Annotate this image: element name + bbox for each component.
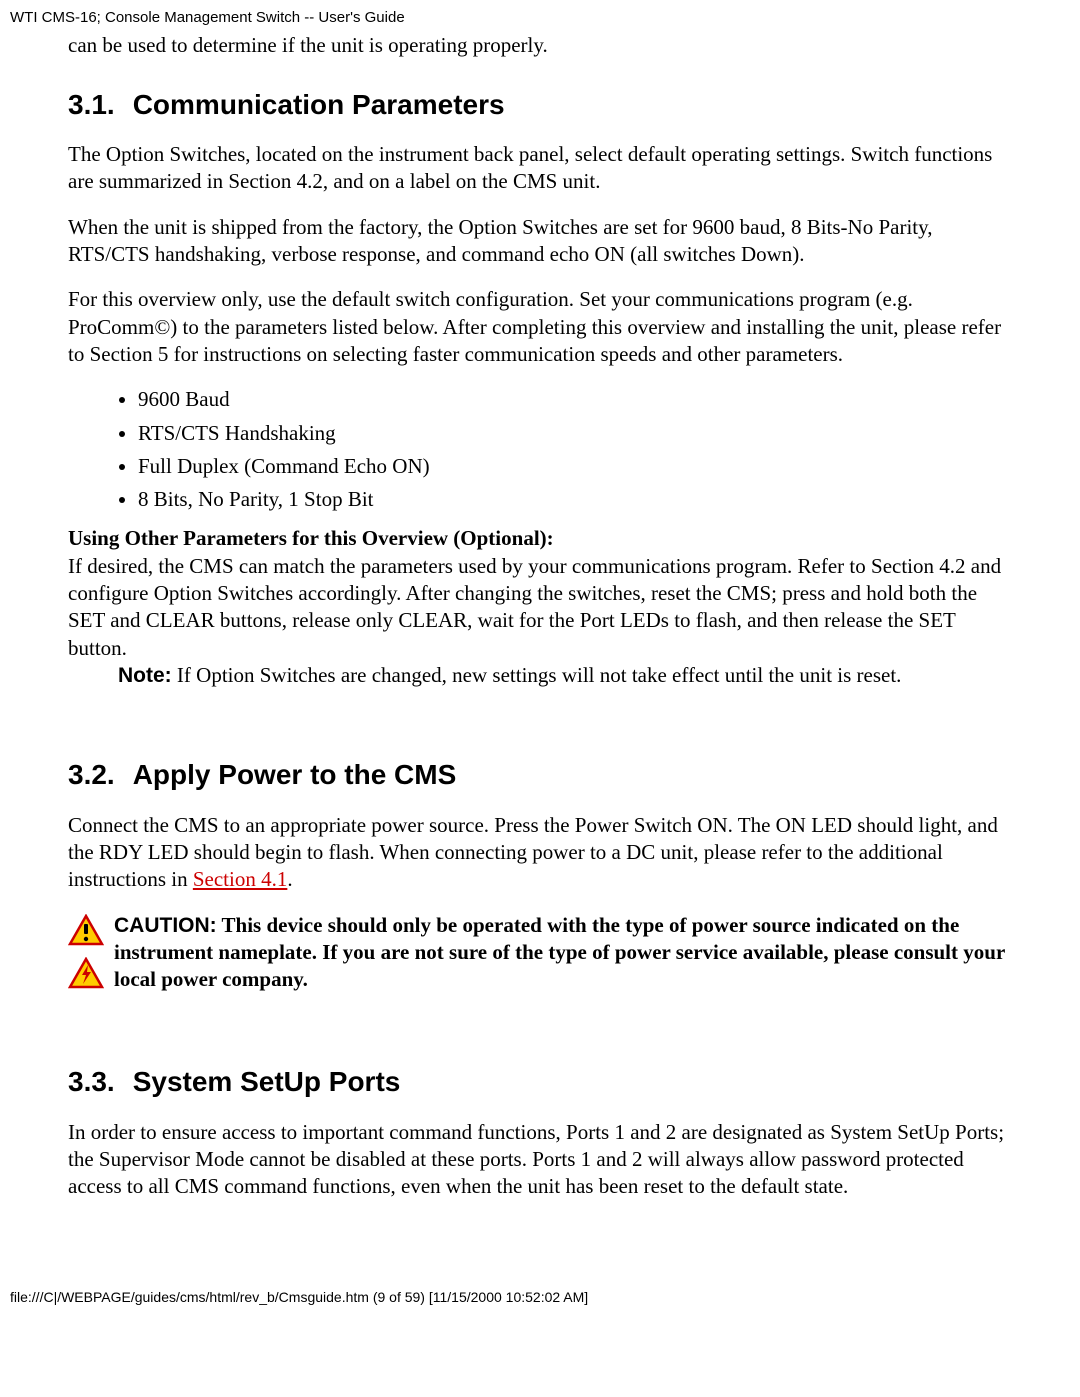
body-paragraph: The Option Switches, located on the inst… xyxy=(68,141,1012,196)
caution-label: CAUTION: xyxy=(114,914,217,937)
section-number: 3.3. xyxy=(68,1066,115,1097)
section-3-3-heading: 3.3. System SetUp Ports xyxy=(68,1064,1012,1100)
caution-icons xyxy=(68,912,104,997)
body-paragraph: When the unit is shipped from the factor… xyxy=(68,214,1012,269)
page-footer: file:///C|/WEBPAGE/guides/cms/html/rev_b… xyxy=(0,1218,1080,1314)
note-text: If Option Switches are changed, new sett… xyxy=(172,663,902,687)
page-content: can be used to determine if the unit is … xyxy=(0,32,1080,1201)
section-title: System SetUp Ports xyxy=(133,1066,401,1097)
section-title: Apply Power to the CMS xyxy=(133,759,457,790)
section-4-1-link[interactable]: Section 4.1 xyxy=(193,867,288,891)
section-3-1-heading: 3.1. Communication Parameters xyxy=(68,87,1012,123)
caution-text: CAUTION: This device should only be oper… xyxy=(114,912,1012,994)
list-item: 9600 Baud xyxy=(138,386,1012,413)
body-paragraph: For this overview only, use the default … xyxy=(68,286,1012,368)
body-paragraph: In order to ensure access to important c… xyxy=(68,1119,1012,1201)
body-text: If desired, the CMS can match the parame… xyxy=(68,554,1001,660)
body-paragraph: Using Other Parameters for this Overview… xyxy=(68,525,1012,661)
section-title: Communication Parameters xyxy=(133,89,505,120)
body-paragraph: Connect the CMS to an appropriate power … xyxy=(68,812,1012,894)
section-3-2-heading: 3.2. Apply Power to the CMS xyxy=(68,757,1012,793)
note-block: Note: If Option Switches are changed, ne… xyxy=(118,662,982,689)
sub-heading: Using Other Parameters for this Overview… xyxy=(68,526,554,550)
intro-paragraph: can be used to determine if the unit is … xyxy=(68,32,1012,59)
warning-triangle-icon xyxy=(68,914,104,953)
body-text: . xyxy=(287,867,292,891)
page-header-title: WTI CMS-16; Console Management Switch --… xyxy=(0,0,1080,32)
note-label: Note: xyxy=(118,664,172,687)
section-number: 3.1. xyxy=(68,89,115,120)
list-item: RTS/CTS Handshaking xyxy=(138,420,1012,447)
parameter-list: 9600 Baud RTS/CTS Handshaking Full Duple… xyxy=(138,386,1012,513)
section-number: 3.2. xyxy=(68,759,115,790)
electrical-hazard-icon xyxy=(68,957,104,996)
list-item: 8 Bits, No Parity, 1 Stop Bit xyxy=(138,486,1012,513)
caution-body: This device should only be operated with… xyxy=(114,913,1005,992)
caution-block: CAUTION: This device should only be oper… xyxy=(68,912,1012,997)
list-item: Full Duplex (Command Echo ON) xyxy=(138,453,1012,480)
